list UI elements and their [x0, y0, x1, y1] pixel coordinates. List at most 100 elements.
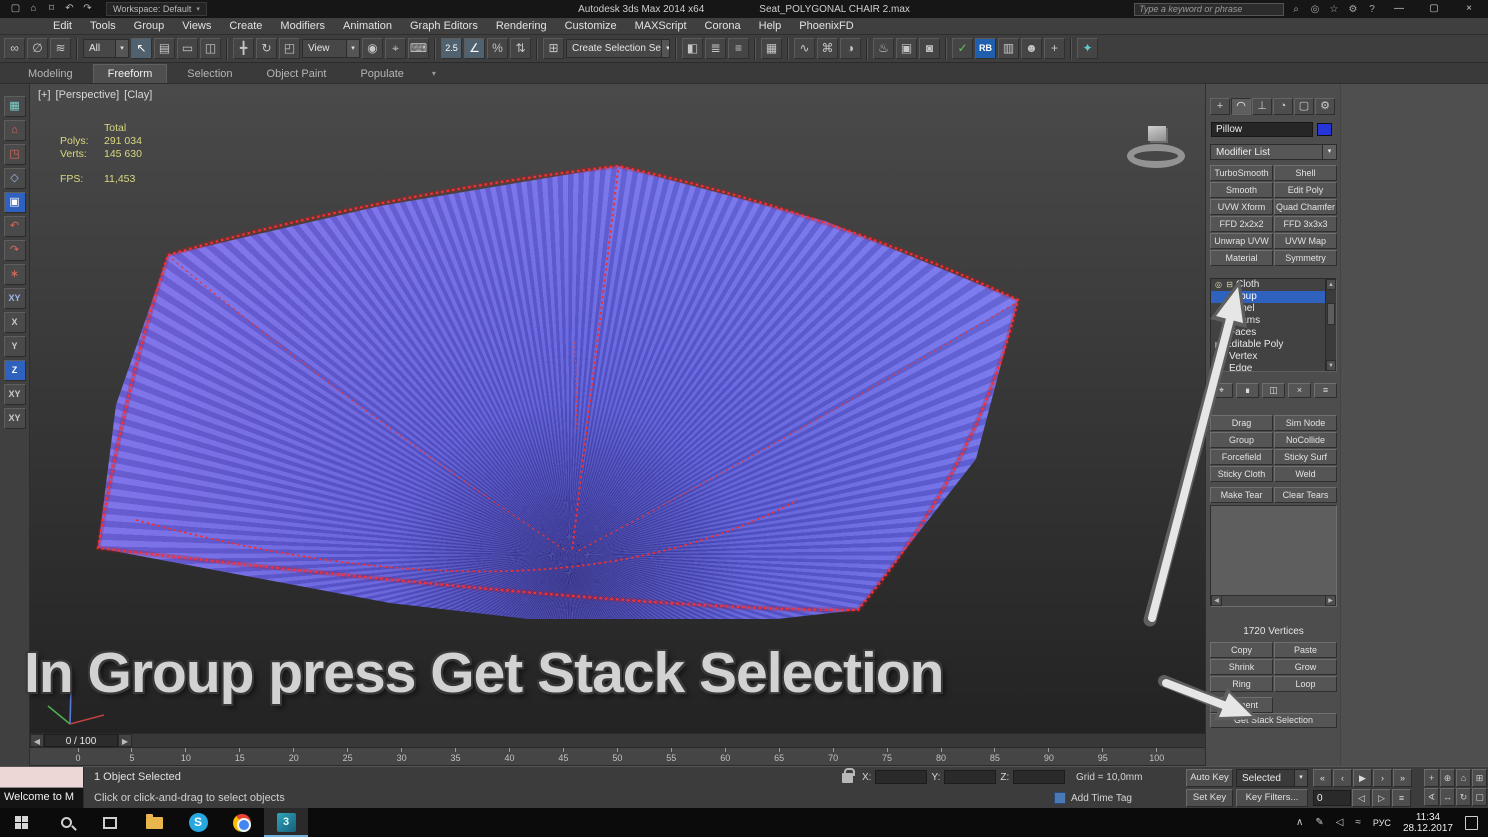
select-and-manipulate-icon[interactable]: ⌖	[385, 38, 406, 59]
settings-icon[interactable]: ⚙	[1346, 4, 1360, 15]
timeline-tick[interactable]: 25	[338, 748, 358, 765]
scrollbar-thumb[interactable]	[1327, 303, 1335, 325]
named-selection-sets-dropdown[interactable]: Create Selection Se ▾	[566, 39, 670, 58]
sticky-surf-button[interactable]: Sticky Surf	[1274, 449, 1337, 465]
rectangular-selection-region-icon[interactable]: ▭	[177, 38, 198, 59]
tab-populate[interactable]: Populate	[346, 65, 417, 83]
search-icon[interactable]: ⌕	[1289, 4, 1303, 15]
timeline-tick[interactable]: 80	[931, 748, 951, 765]
next-key-button[interactable]: ▷	[1372, 789, 1391, 807]
redo-arrow-icon[interactable]: ↷	[3, 240, 26, 261]
file-explorer-button[interactable]	[132, 808, 176, 837]
goto-end-button[interactable]: »	[1393, 769, 1412, 787]
next-frame-button[interactable]: ▶	[118, 734, 132, 747]
undo-icon[interactable]: ↶	[62, 2, 77, 16]
timeline-tick[interactable]: 35	[446, 748, 466, 765]
drag-button[interactable]: Drag	[1210, 415, 1273, 431]
window-crossing-icon[interactable]: ◫	[200, 38, 221, 59]
schematic-view-icon[interactable]: ⌘	[817, 38, 838, 59]
ffd-2x2x2-button[interactable]: FFD 2x2x2	[1210, 216, 1273, 232]
forestpack-icon[interactable]: ▥	[998, 38, 1019, 59]
sim-node-button[interactable]: Sim Node	[1274, 415, 1337, 431]
timeline-tick[interactable]: 100	[1147, 748, 1167, 765]
menu-item-maxscript[interactable]: MAXScript	[626, 20, 696, 32]
shell-button[interactable]: Shell	[1274, 165, 1337, 181]
cloth-object[interactable]	[98, 166, 1018, 619]
shrink-button[interactable]: Shrink	[1210, 659, 1273, 675]
save-file-icon[interactable]: ⌑	[44, 2, 59, 16]
z-coordinate-field[interactable]	[1013, 770, 1066, 784]
select-by-name-icon[interactable]: ▤	[154, 38, 175, 59]
xy-plane-button-2[interactable]: XY	[3, 408, 26, 429]
sticky-cloth-button[interactable]: Sticky Cloth	[1210, 466, 1273, 482]
stack-item-group[interactable]: Group	[1211, 291, 1325, 303]
search-input[interactable]	[1134, 2, 1284, 16]
bulb-icon[interactable]: ◎	[1214, 279, 1223, 291]
utilities-tab-icon[interactable]: ⚙	[1315, 98, 1335, 115]
zoom-extents-all-icon[interactable]: ⊞	[1472, 769, 1487, 787]
render-setup-icon[interactable]: ♨	[873, 38, 894, 59]
maxscript-listener-pink-line[interactable]	[0, 767, 84, 788]
new-scene-icon[interactable]: ▢	[8, 2, 23, 16]
xy-plane-button[interactable]: XY	[3, 384, 26, 405]
reference-coordinate-dropdown[interactable]: View ▾	[302, 39, 360, 58]
maximize-viewport-icon[interactable]: ▢	[1472, 788, 1487, 806]
language-indicator[interactable]: РУС	[1373, 818, 1391, 828]
3dsmax-taskbar-button[interactable]: 3	[264, 808, 308, 837]
timeline-tick[interactable]: 40	[500, 748, 520, 765]
current-frame-field[interactable]	[1313, 790, 1351, 806]
object-color-swatch[interactable]	[1317, 123, 1332, 136]
configure-modifier-sets-icon[interactable]: ≡	[1314, 383, 1337, 398]
auto-key-button[interactable]: Auto Key	[1186, 769, 1233, 787]
uvw-xform-button[interactable]: UVW Xform	[1210, 199, 1273, 215]
unlink-selection-icon[interactable]: ∅	[27, 38, 48, 59]
menu-item-create[interactable]: Create	[220, 20, 271, 32]
zoom-extents-icon[interactable]: ⌂	[1456, 769, 1471, 787]
favorites-icon[interactable]: ☆	[1327, 4, 1341, 15]
get-stack-selection-button[interactable]: Get Stack Selection	[1210, 713, 1337, 728]
zoom-icon[interactable]: +	[1424, 769, 1439, 787]
ring-button[interactable]: Ring	[1210, 676, 1273, 692]
stack-item-edge[interactable]: Edge	[1211, 363, 1325, 371]
tab-modeling[interactable]: Modeling	[14, 65, 87, 83]
timeline-tick[interactable]: 60	[715, 748, 735, 765]
grid-array-icon[interactable]: ▦	[3, 96, 26, 117]
network-icon[interactable]: ≈	[1355, 817, 1361, 828]
key-mode-dropdown[interactable]: Selected ▾	[1236, 769, 1308, 787]
volume-icon[interactable]: ◁	[1336, 817, 1344, 828]
loop-button[interactable]: Loop	[1274, 676, 1337, 692]
mirror-icon[interactable]: ◧	[682, 38, 703, 59]
weld-button[interactable]: Weld	[1274, 466, 1337, 482]
viewport-menu-shading[interactable]: [Clay]	[124, 89, 152, 101]
time-slider-handle[interactable]: 0 / 100	[44, 734, 118, 747]
make-unique-icon[interactable]: ◫	[1262, 383, 1285, 398]
z-constraint-button[interactable]: Z	[3, 360, 26, 381]
viewcube-cube[interactable]	[1148, 126, 1166, 141]
maximize-button[interactable]: ▢	[1419, 1, 1449, 17]
stack-item-faces[interactable]: Faces	[1211, 327, 1325, 339]
select-object-icon[interactable]: ↖	[131, 38, 152, 59]
menu-item-customize[interactable]: Customize	[556, 20, 626, 32]
notification-center-button[interactable]	[1465, 815, 1478, 830]
use-pivot-point-icon[interactable]: ◉	[362, 38, 383, 59]
scroll-down-icon[interactable]: ▼	[1326, 360, 1336, 371]
list-horizontal-scrollbar[interactable]: ◀ ▶	[1211, 595, 1336, 606]
add-plugin-icon[interactable]: +	[1044, 38, 1065, 59]
close-button[interactable]: ×	[1454, 1, 1484, 17]
set-key-button[interactable]: Set Key	[1186, 789, 1233, 807]
menu-item-corona[interactable]: Corona	[696, 20, 750, 32]
taskbar-search-button[interactable]	[44, 808, 88, 837]
copy-button[interactable]: Copy	[1210, 642, 1273, 658]
scroll-left-icon[interactable]: ◀	[1211, 595, 1222, 606]
zoom-all-icon[interactable]: ⊕	[1440, 769, 1455, 787]
scrollbar-track[interactable]	[1222, 595, 1325, 606]
timeline-tick[interactable]: 5	[122, 748, 142, 765]
collapse-icon[interactable]: ⊟	[1225, 279, 1234, 291]
layer-manager-icon[interactable]: ≡	[728, 38, 749, 59]
field-of-view-icon[interactable]: ∢	[1424, 788, 1439, 806]
ribbon-minimize-icon[interactable]: ▾	[424, 69, 444, 83]
timeline-tick[interactable]: 20	[284, 748, 304, 765]
scroll-up-icon[interactable]: ▲	[1326, 279, 1336, 290]
select-and-scale-icon[interactable]: ◰	[279, 38, 300, 59]
select-and-move-icon[interactable]: ╋	[233, 38, 254, 59]
